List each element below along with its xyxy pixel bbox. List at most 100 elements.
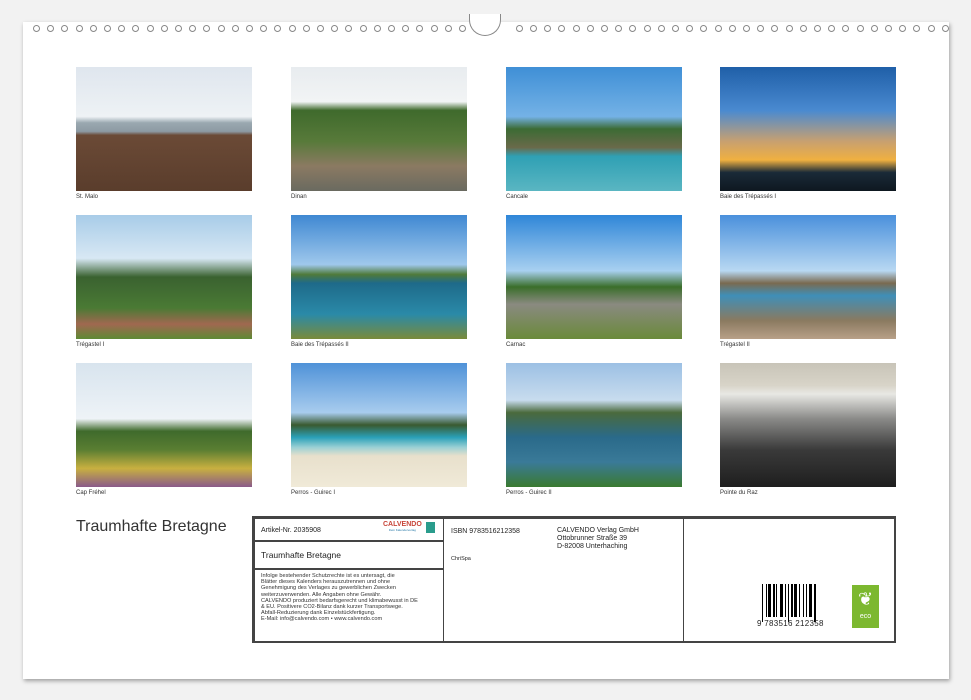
binding-hole [899, 25, 906, 32]
binding-hole [132, 25, 139, 32]
calvendo-logo: CALVENDO Dein Kalenderverlag [383, 521, 422, 532]
binding-hole [246, 25, 253, 32]
binding-hole [771, 25, 778, 32]
binding-hole [147, 25, 154, 32]
barcode-bar [768, 584, 771, 617]
calendar-title: Traumhafte Bretagne [76, 518, 227, 536]
photo [506, 363, 682, 487]
binding-hole [573, 25, 580, 32]
binding-hole [459, 25, 466, 32]
publisher-cell: ISBN 9783516212358 ChriSpa CALVENDO Verl… [443, 518, 684, 643]
photo [291, 215, 467, 339]
legal-cell: Infolge bestehender Schutzrechte ist es … [254, 569, 444, 643]
photo-caption: Trégastel II [720, 342, 750, 348]
barcode-bar [766, 584, 767, 617]
photo-caption: Cancale [506, 194, 528, 200]
barcode-bar [809, 584, 812, 617]
legal-text: Infolge bestehender Schutzrechte ist es … [261, 573, 437, 623]
binding-hole [175, 25, 182, 32]
binding-hole [871, 25, 878, 32]
photo-caption: Dinan [291, 194, 307, 200]
publisher-address: CALVENDO Verlag GmbHOttobrunner Straße 3… [557, 527, 639, 551]
photo-caption: Perros - Guirec I [291, 490, 335, 496]
barcode-bar [785, 584, 786, 617]
binding-hole [104, 25, 111, 32]
binding-hole [345, 25, 352, 32]
barcode-bar [814, 584, 816, 622]
binding-hole [629, 25, 636, 32]
logo-mark-icon [426, 522, 435, 533]
photo [720, 215, 896, 339]
publisher-line: CALVENDO Verlag GmbH [557, 527, 639, 535]
binding-hole [729, 25, 736, 32]
photo [76, 215, 252, 339]
binding-hole [644, 25, 651, 32]
binding-holes [0, 0, 971, 40]
barcode-bar [773, 584, 775, 617]
binding-hole [686, 25, 693, 32]
binding-hole [232, 25, 239, 32]
binding-hole [431, 25, 438, 32]
binding-hole [800, 25, 807, 32]
barcode [762, 584, 832, 619]
logo-subtext: Dein Kalenderverlag [383, 528, 422, 532]
binding-hole [402, 25, 409, 32]
barcode-cell: 9 783516 212358 ❦ eco [683, 518, 896, 643]
publisher-line: D-82008 Unterhaching [557, 543, 639, 551]
barcode-bar [780, 584, 783, 617]
photo [720, 67, 896, 191]
title-cell: Traumhafte Bretagne [254, 541, 444, 569]
binding-hole [260, 25, 267, 32]
eco-badge: ❦ eco [852, 585, 879, 628]
photo-caption: Baie des Trépassés I [720, 194, 776, 200]
binding-hole [814, 25, 821, 32]
photo-caption: Trégastel I [76, 342, 104, 348]
barcode-bar [762, 584, 763, 622]
binding-hole [658, 25, 665, 32]
photo [506, 215, 682, 339]
photo [76, 67, 252, 191]
binding-hole [786, 25, 793, 32]
binding-hole [189, 25, 196, 32]
binding-hole [757, 25, 764, 32]
photo-caption: Pointe du Raz [720, 490, 758, 496]
barcode-bar [791, 584, 793, 617]
binding-hole [331, 25, 338, 32]
binding-hole [161, 25, 168, 32]
barcode-bar [799, 584, 800, 617]
article-number: Artikel-Nr. 2035908 [261, 527, 321, 534]
binding-hole [416, 25, 423, 32]
barcode-bar [806, 584, 807, 617]
binding-hole [857, 25, 864, 32]
binding-hole [715, 25, 722, 32]
photo-caption: Cap Fréhel [76, 490, 106, 496]
author: ChriSpa [451, 556, 471, 562]
binding-hole [913, 25, 920, 32]
binding-hole [374, 25, 381, 32]
binding-hole [516, 25, 523, 32]
binding-hole [558, 25, 565, 32]
barcode-bar [803, 584, 804, 617]
binding-hole [828, 25, 835, 32]
binding-hole [743, 25, 750, 32]
info-title: Traumhafte Bretagne [261, 550, 341, 560]
barcode-number: 9 783516 212358 [757, 619, 824, 628]
article-cell: Artikel-Nr. 2035908 CALVENDO Dein Kalend… [254, 518, 444, 541]
binding-hole [700, 25, 707, 32]
legal-line: E-Mail: info@calvendo.com • www.calvendo… [261, 616, 437, 622]
binding-hole [33, 25, 40, 32]
binding-hole [47, 25, 54, 32]
binding-hole [303, 25, 310, 32]
binding-hole [76, 25, 83, 32]
eco-label: eco [852, 613, 879, 620]
photo-caption: Carnac [506, 342, 525, 348]
photo [76, 363, 252, 487]
binding-hole [317, 25, 324, 32]
binding-hole [530, 25, 537, 32]
hanger-notch [469, 14, 501, 36]
binding-hole [90, 25, 97, 32]
binding-hole [203, 25, 210, 32]
publisher-line: Ottobrunner Straße 39 [557, 535, 639, 543]
binding-hole [942, 25, 949, 32]
binding-hole [587, 25, 594, 32]
